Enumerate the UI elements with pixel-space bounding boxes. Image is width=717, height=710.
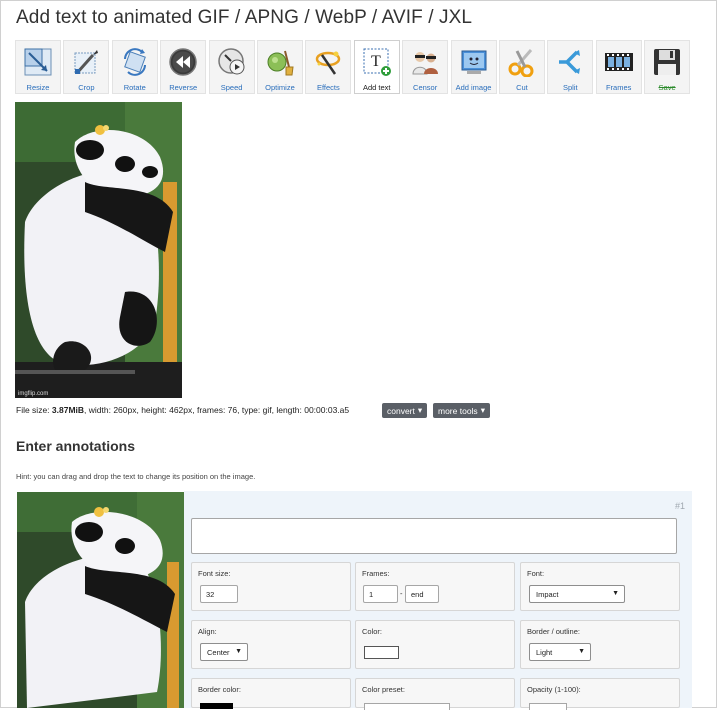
crop-icon (70, 46, 102, 78)
tool-label: Optimize (265, 83, 295, 92)
more-tools-label: more tools (438, 405, 478, 416)
frames-label: Frames: (362, 569, 390, 578)
font-size-label: Font size: (198, 569, 231, 578)
font-select[interactable]: Impact ▼ (529, 585, 625, 603)
tool-reverse[interactable]: Reverse (160, 40, 207, 94)
page-title: Add text to animated GIF / APNG / WebP /… (16, 7, 473, 28)
tool-label: Resize (26, 83, 50, 92)
color-preset-cell: Color preset: (355, 678, 515, 710)
file-info: File size: 3.87MiB, width: 260px, height… (16, 405, 349, 415)
align-select[interactable]: Center ▼ (200, 643, 248, 661)
frames-to-input[interactable]: end (405, 585, 439, 603)
hint-text: Hint: you can drag and drop the text to … (16, 472, 256, 481)
tool-label: Effects (316, 83, 340, 92)
opacity-cell: Opacity (1-100): (520, 678, 680, 710)
convert-button[interactable]: convert ▾ (382, 403, 428, 418)
frames-from-input[interactable]: 1 (363, 585, 398, 603)
watermark: imgflip.com (18, 391, 48, 397)
cut-icon (506, 46, 538, 78)
tool-add-text[interactable]: T Add text (353, 40, 400, 94)
tool-speed[interactable]: Speed (208, 40, 255, 94)
tool-cut[interactable]: Cut (498, 40, 545, 94)
convert-label: convert (387, 405, 415, 416)
reverse-icon (167, 46, 199, 78)
tool-label: Split (563, 83, 578, 92)
tool-resize[interactable]: Resize (15, 40, 61, 94)
frames-separator: - (400, 589, 403, 598)
align-cell: Align: Center ▼ (191, 620, 351, 669)
tool-label: Reverse (169, 83, 198, 92)
annotation-text-input[interactable] (191, 518, 677, 554)
tool-label: Speed (220, 83, 243, 92)
color-preset-label: Color preset: (362, 685, 405, 694)
border-cell: Border / outline: Light ▼ (520, 620, 680, 669)
tool-add-image[interactable]: Add image (450, 40, 497, 94)
caret-down-icon: ▾ (417, 405, 423, 415)
effects-icon (312, 46, 344, 78)
tool-label: Save (658, 83, 676, 92)
font-select-value: Impact (536, 589, 559, 599)
tool-frames[interactable]: Frames (595, 40, 642, 94)
split-icon (554, 46, 586, 78)
chevron-down-icon: ▼ (578, 648, 585, 655)
tool-label: Rotate (123, 83, 146, 92)
tool-split[interactable]: Split (547, 40, 594, 94)
border-select-value: Light (536, 647, 553, 657)
resize-icon (22, 46, 54, 78)
file-size: 3.87MiB (51, 405, 85, 415)
tool-label: Add image (455, 83, 492, 92)
speed-icon (216, 46, 248, 78)
border-select[interactable]: Light ▼ (529, 643, 591, 661)
file-info-prefix: File size: (16, 405, 52, 415)
color-label: Color: (362, 627, 383, 636)
annotation-number: #1 (674, 501, 685, 511)
tool-label: Censor (413, 83, 438, 92)
tool-label: Cut (516, 83, 528, 92)
tool-censor[interactable]: Censor (402, 40, 449, 94)
tool-label: Add text (362, 83, 391, 92)
svg-text:T: T (371, 53, 381, 70)
save-icon (651, 46, 683, 78)
rotate-icon (119, 46, 151, 78)
annotation-preview-image[interactable] (17, 492, 184, 708)
annotation-panel: #1 Font size: 32 Frames: 1 - end Font: I… (184, 491, 692, 710)
color-preset-select[interactable] (364, 703, 450, 710)
opacity-label: Opacity (1-100): (527, 685, 581, 694)
font-label: Font: (527, 569, 545, 578)
align-select-value: Center (207, 647, 230, 657)
font-size-cell: Font size: 32 (191, 562, 351, 611)
gif-preview-image: imgflip.com (15, 102, 182, 398)
border-label: Border / outline: (527, 627, 580, 636)
caret-down-icon: ▾ (480, 405, 485, 415)
border-color-cell: Border color: (191, 678, 351, 709)
border-color-label: Border color: (198, 685, 241, 694)
add-image-icon (458, 46, 490, 78)
chevron-down-icon: ▼ (612, 590, 619, 597)
font-cell: Font: Impact ▼ (520, 562, 680, 611)
color-swatch[interactable] (364, 646, 399, 659)
chevron-down-icon: ▼ (235, 648, 242, 655)
annotations-heading: Enter annotations (16, 438, 136, 454)
toolbar: Resize Crop Rotate Reverse Speed Optimiz… (15, 40, 692, 94)
censor-icon (409, 46, 441, 78)
frames-cell: Frames: 1 - end (355, 562, 515, 611)
tool-optimize[interactable]: Optimize (256, 40, 303, 94)
add-text-icon: T (361, 46, 393, 78)
tool-effects[interactable]: Effects (305, 40, 352, 94)
color-cell: Color: (355, 620, 515, 669)
optimize-icon (264, 46, 296, 78)
font-size-input[interactable]: 32 (200, 585, 238, 603)
opacity-input[interactable] (529, 703, 567, 710)
tool-label: Frames (605, 83, 632, 92)
tool-rotate[interactable]: Rotate (111, 40, 158, 94)
more-tools-button[interactable]: more tools ▾ (433, 403, 490, 418)
tool-label: Crop (78, 83, 95, 92)
frames-icon (603, 46, 635, 78)
border-color-swatch[interactable] (200, 703, 233, 709)
align-label: Align: (198, 627, 217, 636)
tool-save[interactable]: Save (644, 40, 691, 94)
tool-crop[interactable]: Crop (63, 40, 110, 94)
file-info-details: , width: 260px, height: 462px, frames: 7… (84, 405, 350, 415)
